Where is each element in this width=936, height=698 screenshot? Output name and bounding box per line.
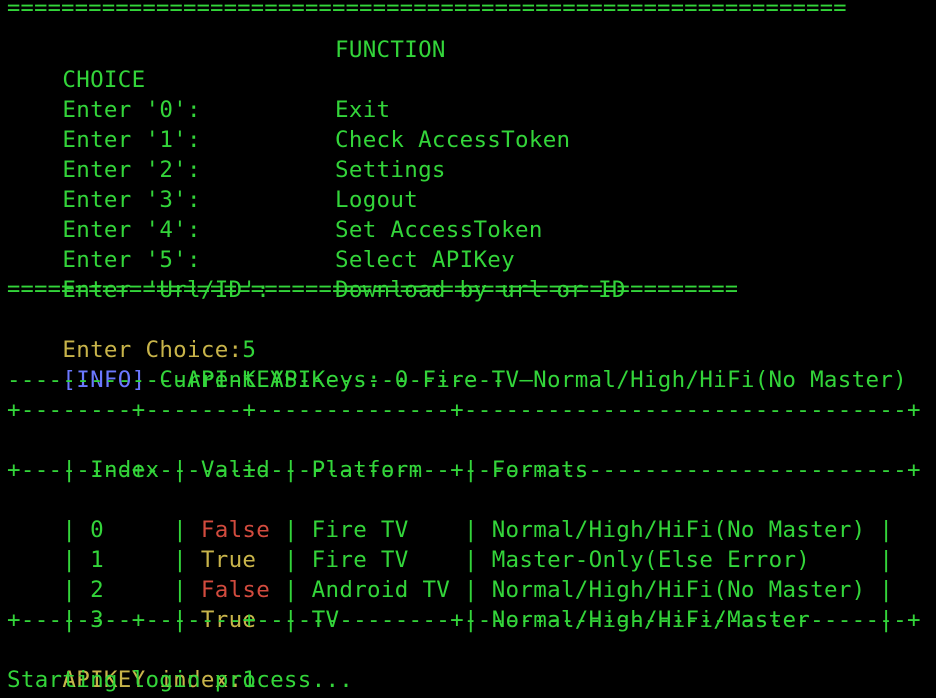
menu-function: Logout: [335, 187, 419, 213]
menu-header: CHOICE FUNCTION: [7, 35, 445, 93]
status-line: Starting login process...: [7, 667, 354, 693]
separator-top: ========================================…: [7, 0, 847, 19]
menu-item-2: Enter '2': Settings: [7, 125, 445, 183]
menu-item-url: Enter 'Url/ID': Download by url or ID: [7, 245, 625, 303]
table-border-top: +--------+-------+--------------+-------…: [7, 397, 921, 423]
separator-bottom: ========================================…: [7, 277, 737, 302]
table-row: | 2 | False | Android TV | Normal/High/H…: [62, 577, 894, 603]
menu-function: Check AccessToken: [335, 127, 571, 153]
choice-prompt[interactable]: Enter Choice:5: [7, 305, 256, 363]
menu-item-3: Enter '3': Logout: [7, 155, 417, 213]
table-border-bottom: +--------+-------+--------------+-------…: [7, 607, 921, 633]
table-border-mid: +--------+-------+--------------+-------…: [7, 457, 921, 483]
terminal-window[interactable]: ========================================…: [0, 0, 936, 698]
menu-function: Exit: [335, 97, 391, 123]
table-header: | Index | Valid | Platform | Formats |: [62, 457, 936, 483]
info-line: [INFO] Current APIKeys: 0 Fire TV—Normal…: [7, 335, 907, 393]
apikey-index-prompt[interactable]: APIKEY index:1: [7, 635, 256, 693]
menu-item-0: Enter '0': Exit: [7, 65, 390, 123]
menu-item-1: Enter '1': Check AccessToken: [7, 95, 570, 153]
menu-function: Settings: [335, 157, 446, 183]
menu-function: Set AccessToken: [335, 217, 543, 243]
apikeys-title: -------------API-KEYS---------------: [7, 367, 506, 393]
menu-header-function: FUNCTION: [335, 37, 446, 63]
menu-item-5: Enter '5': Select APIKey: [7, 215, 514, 273]
table-row: | 1 | True | Fire TV | Master-Only(Else …: [62, 547, 894, 573]
menu-item-4: Enter '4': Set AccessToken: [7, 185, 542, 243]
table-row: | 3 | True | TV | Normal/High/HiFi/Maste…: [62, 607, 894, 633]
table-row: | 0 | False | Fire TV | Normal/High/HiFi…: [62, 517, 894, 543]
menu-function: Select APIKey: [335, 247, 515, 273]
